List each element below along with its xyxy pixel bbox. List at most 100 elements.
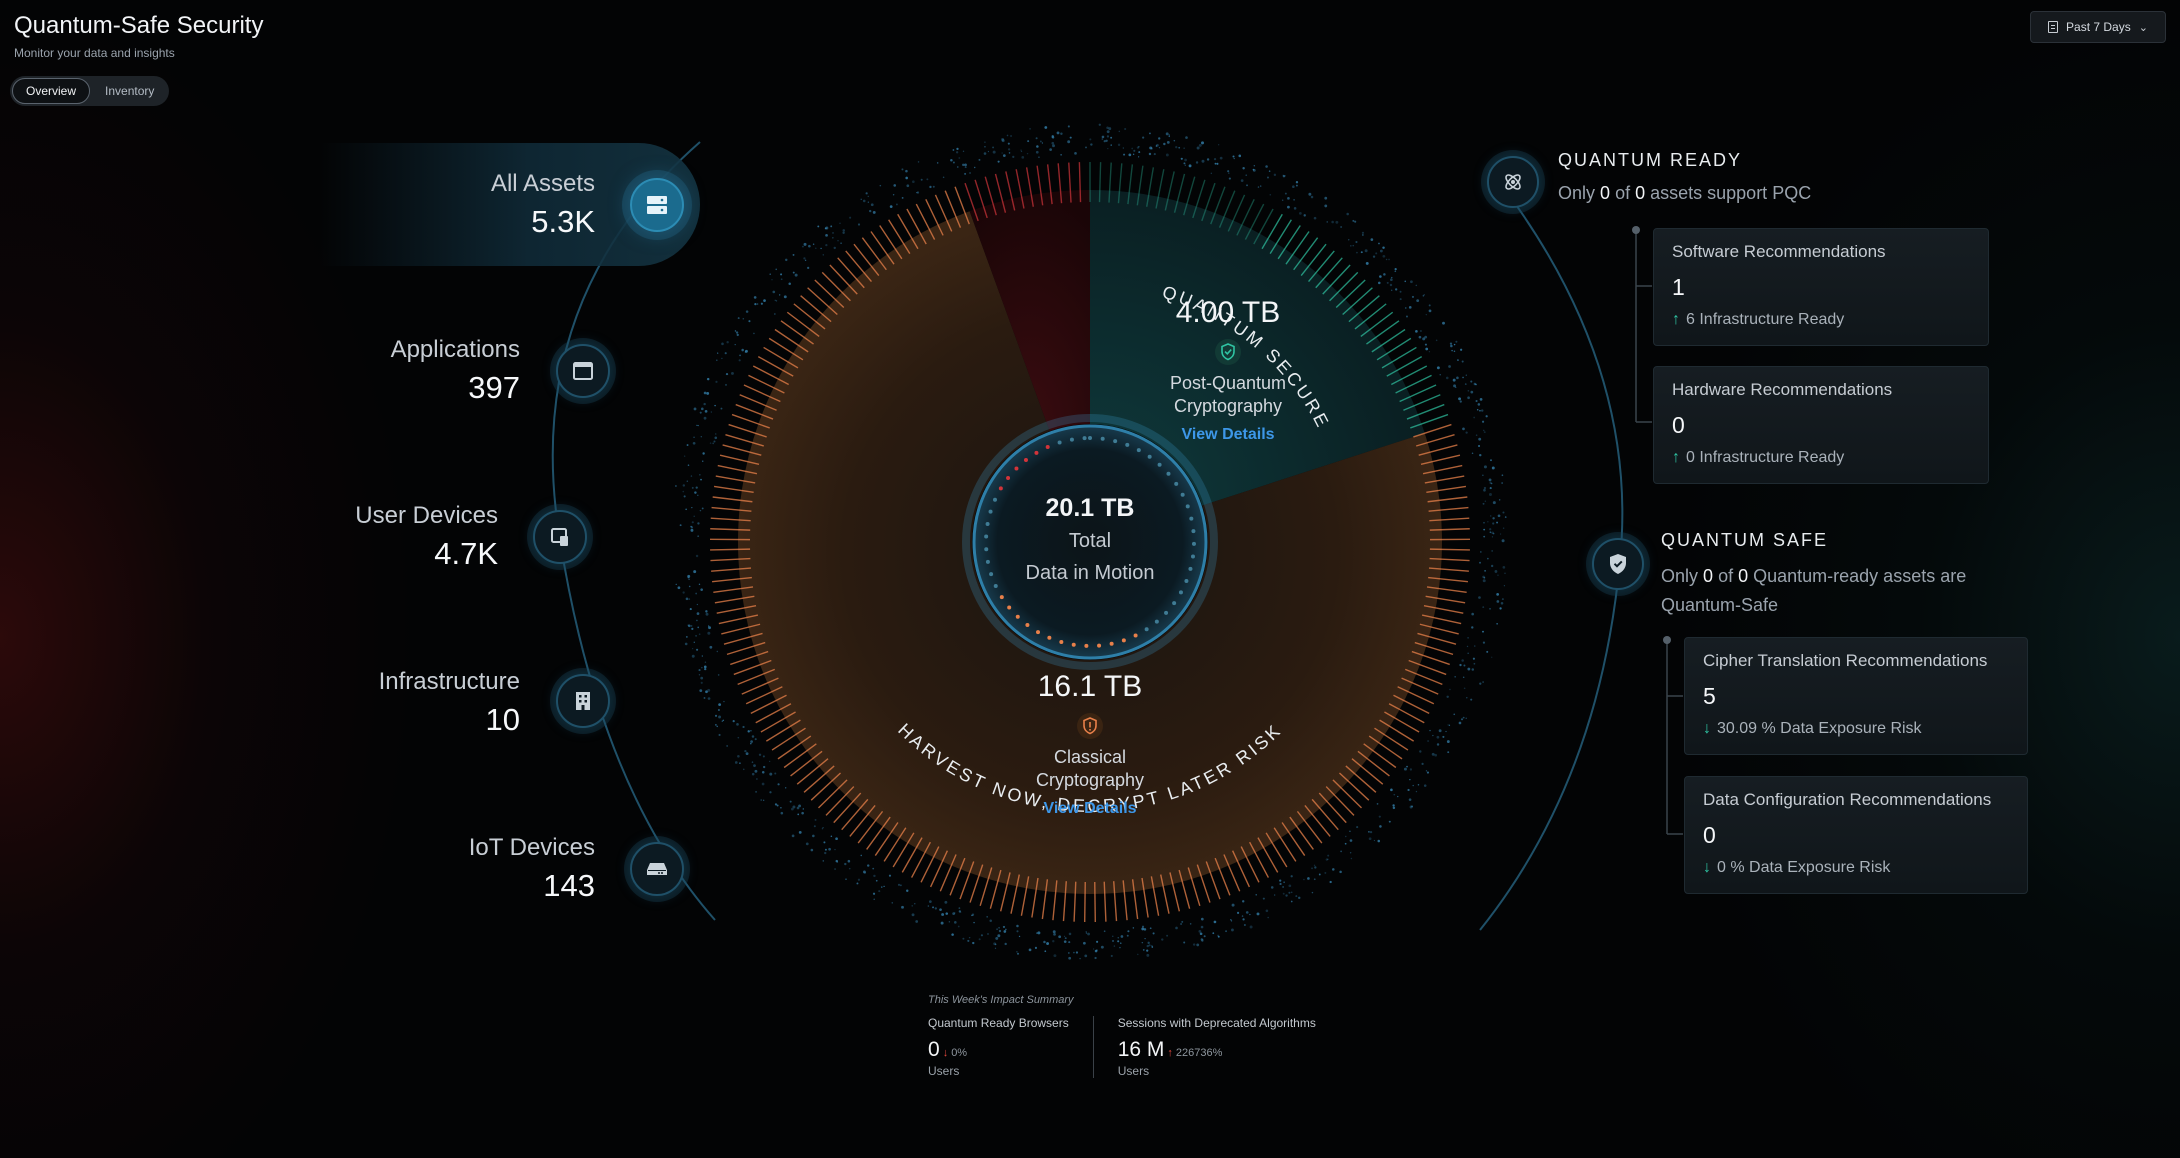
server-icon[interactable] bbox=[630, 178, 684, 232]
particle-dot bbox=[998, 929, 1002, 933]
particle-dot bbox=[1146, 944, 1149, 948]
particle-dot bbox=[952, 149, 955, 151]
particle-dot bbox=[1491, 466, 1495, 470]
particle-dot bbox=[1200, 925, 1204, 929]
tick-mark bbox=[818, 779, 848, 809]
particle-dot bbox=[760, 799, 762, 801]
particle-dot bbox=[704, 661, 707, 663]
particle-dot bbox=[700, 588, 703, 591]
particle-dot bbox=[1196, 943, 1200, 947]
particle-dot bbox=[1185, 136, 1188, 139]
particle-dot bbox=[737, 736, 740, 739]
particle-dot bbox=[774, 299, 776, 302]
particle-dot bbox=[697, 494, 699, 497]
particle-dot bbox=[1252, 168, 1255, 171]
particle-dot bbox=[1214, 162, 1217, 165]
particle-dot bbox=[1482, 681, 1485, 683]
particle-dot bbox=[957, 925, 960, 928]
hardware-recommendations-card[interactable]: Hardware Recommendations 0 ↑ 0 Infrastru… bbox=[1653, 366, 1989, 484]
particle-dot bbox=[1082, 941, 1086, 945]
atom-icon[interactable] bbox=[1487, 156, 1539, 208]
particle-dot bbox=[701, 655, 704, 657]
particle-dot bbox=[867, 195, 869, 198]
pq-view-details-link[interactable]: View Details bbox=[1181, 426, 1274, 444]
summary-value: 16 M bbox=[1117, 1038, 1165, 1061]
particle-dot bbox=[701, 407, 704, 411]
particle-dot bbox=[778, 294, 781, 296]
asset-all-assets[interactable]: All Assets 5.3K bbox=[440, 170, 595, 240]
hub-dot bbox=[1147, 454, 1152, 459]
particle-dot bbox=[960, 911, 962, 913]
particle-dot bbox=[1389, 283, 1393, 287]
particle-dot bbox=[1084, 954, 1088, 958]
particle-dot bbox=[754, 769, 758, 773]
particle-dot bbox=[1331, 220, 1334, 224]
particle-dot bbox=[695, 635, 697, 637]
particle-dot bbox=[1101, 135, 1105, 139]
particle-dot bbox=[1492, 501, 1496, 505]
particle-dot bbox=[789, 800, 792, 803]
particle-dot bbox=[1450, 344, 1453, 348]
particle-dot bbox=[1492, 522, 1495, 525]
particle-dot bbox=[1113, 945, 1116, 947]
shield-icon[interactable] bbox=[1592, 538, 1644, 590]
particle-dot bbox=[1137, 953, 1139, 956]
particle-dot bbox=[1489, 531, 1492, 534]
particle-dot bbox=[1243, 924, 1246, 927]
hub-dot bbox=[1007, 605, 1012, 610]
particle-dot bbox=[1483, 576, 1486, 579]
hard-drive-icon[interactable] bbox=[630, 842, 684, 896]
particle-dot bbox=[1346, 212, 1349, 216]
app-window-icon[interactable] bbox=[556, 344, 610, 398]
particle-dot bbox=[1020, 149, 1022, 151]
particle-dot bbox=[685, 635, 688, 638]
asset-applications[interactable]: Applications 397 bbox=[360, 336, 520, 406]
card-title: Software Recommendations bbox=[1672, 242, 1886, 261]
summary-item-browsers: Quantum Ready Browsers 0 ↓ 0% Users bbox=[928, 1016, 1093, 1078]
particle-dot bbox=[1168, 134, 1170, 136]
classical-view-details-link[interactable]: View Details bbox=[1043, 800, 1136, 818]
particle-dot bbox=[964, 163, 967, 167]
asset-iot-devices[interactable]: IoT Devices 143 bbox=[440, 834, 595, 904]
particle-dot bbox=[1283, 881, 1285, 884]
asset-infrastructure[interactable]: Infrastructure 10 bbox=[350, 668, 520, 738]
particle-dot bbox=[724, 352, 727, 355]
particle-dot bbox=[704, 667, 707, 671]
particle-dot bbox=[1231, 903, 1235, 907]
particle-dot bbox=[1349, 839, 1353, 842]
particle-dot bbox=[1482, 606, 1485, 608]
building-icon[interactable] bbox=[556, 674, 610, 728]
particle-dot bbox=[741, 348, 744, 352]
hub-dot bbox=[1174, 481, 1179, 486]
data-configuration-card[interactable]: Data Configuration Recommendations 0 ↓ 0… bbox=[1684, 776, 2028, 894]
software-recommendations-card[interactable]: Software Recommendations 1 ↑ 6 Infrastru… bbox=[1653, 228, 1989, 346]
tick-mark bbox=[1335, 279, 1366, 309]
particle-dot bbox=[1329, 880, 1332, 884]
particle-dot bbox=[748, 320, 751, 323]
hub-dot bbox=[1144, 627, 1149, 632]
particle-dot bbox=[1478, 444, 1481, 448]
particle-dot bbox=[1245, 174, 1248, 177]
cipher-translation-card[interactable]: Cipher Translation Recommendations 5 ↓ 3… bbox=[1684, 637, 2028, 755]
particle-dot bbox=[1471, 612, 1474, 616]
particle-dot bbox=[771, 279, 773, 281]
particle-dot bbox=[1496, 593, 1500, 596]
particle-dot bbox=[1265, 909, 1269, 913]
particle-dot bbox=[1189, 923, 1192, 925]
tick-mark bbox=[1094, 881, 1097, 922]
particle-dot bbox=[684, 642, 688, 646]
devices-icon[interactable] bbox=[533, 510, 587, 564]
asset-user-devices[interactable]: User Devices 4.7K bbox=[340, 502, 498, 572]
particle-dot bbox=[847, 859, 851, 863]
particle-dot bbox=[1018, 935, 1021, 938]
particle-dot bbox=[1453, 350, 1456, 353]
particle-dot bbox=[805, 842, 809, 846]
particle-dot bbox=[1137, 156, 1140, 158]
particle-dot bbox=[1487, 521, 1489, 523]
particle-dot bbox=[1128, 153, 1132, 157]
particle-dot bbox=[718, 703, 722, 707]
particle-dot bbox=[1349, 852, 1352, 854]
particle-dot bbox=[1379, 249, 1383, 253]
particle-dot bbox=[995, 936, 999, 940]
asset-label: All Assets bbox=[490, 170, 595, 197]
